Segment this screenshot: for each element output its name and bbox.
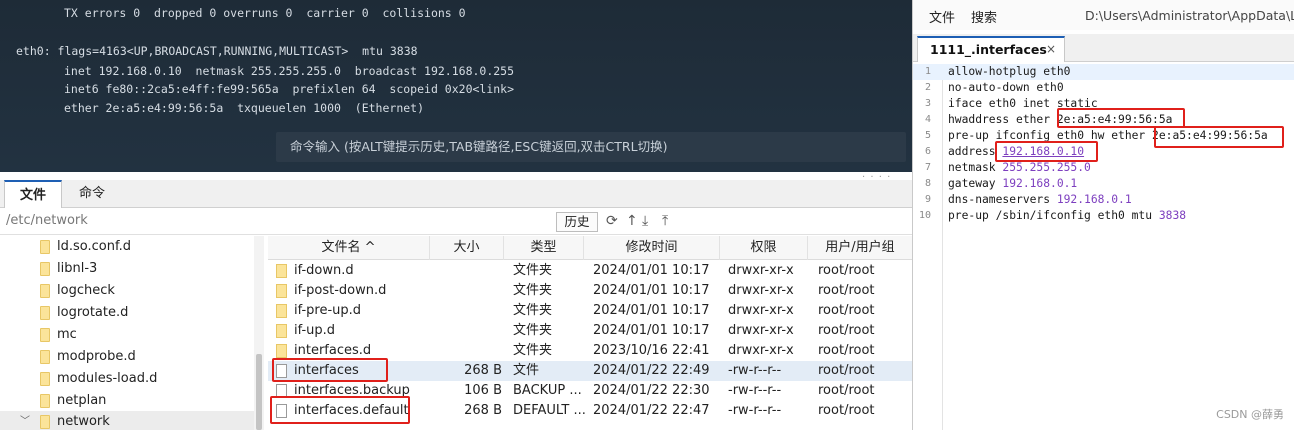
tree-item[interactable]: mc <box>0 324 254 346</box>
folder-icon <box>276 344 287 358</box>
file-row[interactable]: if-pre-up.d 文件夹 2024/01/01 10:17 drwxr-x… <box>268 301 912 321</box>
col-owner-header[interactable]: 用户/用户组 <box>808 236 912 260</box>
editor-window: 文件 搜索 D:\Users\Administrator\AppData\Lo … <box>912 0 1294 430</box>
tree-item[interactable]: logcheck <box>0 280 254 302</box>
file-row[interactable]: if-up.d 文件夹 2024/01/01 10:17 drwxr-xr-x … <box>268 321 912 341</box>
terminal-line: eth0: flags=4163<UP,BROADCAST,RUNNING,MU… <box>16 44 418 58</box>
chevron-down-icon[interactable]: ﹀ <box>20 411 30 430</box>
bottom-tabbar: 文件 命令 <box>0 180 912 208</box>
annotation-box <box>1057 108 1185 128</box>
annotation-box <box>995 141 1098 162</box>
tab-file[interactable]: 文件 <box>4 180 62 208</box>
command-input[interactable]: 命令输入 (按ALT键提示历史,TAB键路径,ESC键返回,双击CTRL切换) <box>276 132 906 162</box>
code-line: 10 pre-up /sbin/ifconfig eth0 mtu 3838 <box>918 209 1187 222</box>
menu-search[interactable]: 搜索 <box>971 7 997 26</box>
col-perm-header[interactable]: 权限 <box>720 236 808 260</box>
code-area[interactable]: 1 allow-hotplug eth0 2 no-auto-down eth0 3… <box>913 64 1294 430</box>
file-list-header: 文件名 ^ 大小 类型 修改时间 权限 用户/用户组 <box>268 236 912 260</box>
directory-tree: ld.so.conf.d libnl-3 logcheck logrotate.… <box>0 236 266 430</box>
folder-icon <box>276 324 287 338</box>
menu-file[interactable]: 文件 <box>929 7 955 26</box>
folder-icon <box>40 372 50 386</box>
terminal-line: inet 192.168.0.10 netmask 255.255.255.0 … <box>64 64 515 78</box>
close-icon[interactable]: × <box>1046 42 1056 56</box>
file-row[interactable]: if-down.d 文件夹 2024/01/01 10:17 drwxr-xr-… <box>268 261 912 281</box>
tree-item[interactable]: netplan <box>0 390 254 412</box>
annotation-box <box>1154 126 1284 148</box>
refresh-icon[interactable]: ⟳ <box>606 213 618 229</box>
code-line: 1 allow-hotplug eth0 <box>913 64 1294 80</box>
history-button[interactable]: 历史 <box>556 212 598 232</box>
code-line: 9 dns-nameservers 192.168.0.1 <box>924 193 1132 206</box>
editor-tabbar: 1111_.interfaces × <box>913 34 1294 62</box>
folder-icon <box>40 415 50 429</box>
folder-icon <box>40 350 50 364</box>
editor-file-path: D:\Users\Administrator\AppData\Lo <box>1085 8 1294 23</box>
tree-item[interactable]: ld.so.conf.d <box>0 236 254 258</box>
annotation-box <box>270 396 410 424</box>
tab-command[interactable]: 命令 <box>64 180 120 208</box>
folder-icon <box>276 284 287 298</box>
tree-item[interactable]: libnl-3 <box>0 258 254 280</box>
code-line: 7 netmask 255.255.255.0 <box>924 161 1091 174</box>
path-input[interactable]: /etc/network <box>6 213 88 228</box>
col-size-header[interactable]: 大小 <box>430 236 504 260</box>
folder-icon <box>40 306 50 320</box>
annotation-box <box>272 358 388 382</box>
col-name-header[interactable]: 文件名 ^ <box>268 236 430 260</box>
code-line: 8 gateway 192.168.0.1 <box>924 177 1078 190</box>
upload-icon[interactable]: ⤒ <box>662 213 668 229</box>
col-mtime-header[interactable]: 修改时间 <box>584 236 720 260</box>
code-line: 2 no-auto-down eth0 <box>924 81 1064 94</box>
path-bar: /etc/network 历史 ⟳ ↑ ⤓ ⤒ <box>0 209 912 235</box>
folder-icon <box>276 264 287 278</box>
folder-icon <box>40 394 50 408</box>
file-list: 文件名 ^ 大小 类型 修改时间 权限 用户/用户组 if-down.d 文件夹… <box>268 236 912 430</box>
tree-item[interactable]: modprobe.d <box>0 346 254 368</box>
editor-menubar: 文件 搜索 D:\Users\Administrator\AppData\Lo <box>913 0 1294 30</box>
editor-tab[interactable]: 1111_.interfaces × <box>917 36 1065 62</box>
folder-icon <box>40 262 50 276</box>
terminal-line: inet6 fe80::2ca5:e4ff:fe99:565a prefixle… <box>64 82 515 96</box>
tree-scrollbar-thumb[interactable] <box>256 354 262 430</box>
terminal-line: TX errors 0 dropped 0 overruns 0 carrier… <box>64 6 466 20</box>
folder-icon <box>40 284 50 298</box>
terminal-line: ether 2e:a5:e4:99:56:5a txqueuelen 1000 … <box>64 101 425 115</box>
col-type-header[interactable]: 类型 <box>504 236 584 260</box>
tree-item[interactable]: modules-load.d <box>0 368 254 390</box>
folder-icon <box>40 328 50 342</box>
folder-icon <box>276 304 287 318</box>
tree-item[interactable]: logrotate.d <box>0 302 254 324</box>
tree-item-network[interactable]: ﹀ network <box>0 411 254 430</box>
download-icon[interactable]: ⤓ <box>642 213 648 229</box>
folder-icon <box>40 240 50 254</box>
editor-tab-label: 1111_.interfaces <box>930 42 1047 57</box>
up-dir-icon[interactable]: ↑ <box>626 213 638 229</box>
watermark: CSDN @薛勇 <box>1216 408 1284 421</box>
terminal-panel[interactable]: TX errors 0 dropped 0 overruns 0 carrier… <box>0 0 912 172</box>
file-row[interactable]: if-post-down.d 文件夹 2024/01/01 10:17 drwx… <box>268 281 912 301</box>
